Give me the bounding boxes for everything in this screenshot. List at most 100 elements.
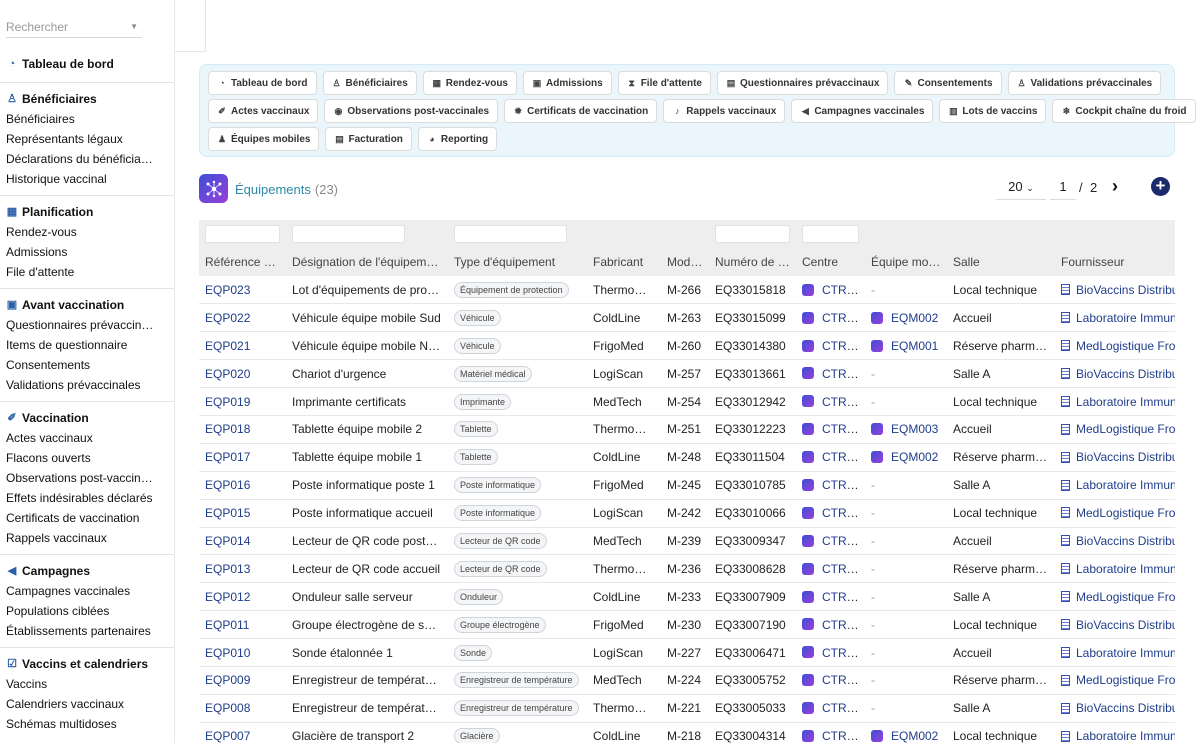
supplier-cell[interactable]: MedLogistique Froid: [1055, 666, 1175, 695]
team-link[interactable]: EQM002: [891, 729, 938, 743]
next-page-icon[interactable]: ›: [1112, 176, 1118, 197]
ref-cell[interactable]: EQP017: [199, 443, 286, 472]
column-header[interactable]: Modèle: [661, 247, 709, 276]
ref-link[interactable]: EQP011: [205, 618, 249, 632]
table-row[interactable]: EQP010 Sonde étalonnée 1 Sonde LogiScan M-22…: [199, 638, 1175, 667]
ref-link[interactable]: EQP007: [205, 729, 250, 743]
supplier-link[interactable]: MedLogistique Froid: [1076, 339, 1175, 353]
team-cell[interactable]: EQM002: [865, 722, 947, 743]
supplier-link[interactable]: BioVaccins Distribut: [1076, 367, 1175, 381]
sidebar-item[interactable]: Bénéficiaires: [0, 109, 170, 129]
table-row[interactable]: EQP017 Tablette équipe mobile 1 Tablette Co…: [199, 443, 1175, 472]
supplier-link[interactable]: BioVaccins Distribut: [1076, 283, 1175, 297]
ref-link[interactable]: EQP014: [205, 534, 250, 548]
centre-cell[interactable]: CTR04: [796, 666, 865, 695]
sidebar-section-header[interactable]: ✐ Vaccination: [0, 408, 174, 428]
column-header[interactable]: Désignation de l'équipement: [286, 247, 448, 276]
column-header[interactable]: Fabricant: [587, 247, 661, 276]
supplier-cell[interactable]: Laboratoire Immuno: [1055, 554, 1175, 584]
ref-cell[interactable]: EQP023: [199, 276, 286, 305]
supplier-cell[interactable]: BioVaccins Distribut: [1055, 443, 1175, 472]
sidebar-item[interactable]: Rappels vaccinaux: [0, 528, 170, 548]
page-size-select[interactable]: 20 ⌄: [996, 176, 1046, 200]
sidebar-item[interactable]: Calendriers vaccinaux: [0, 694, 170, 714]
ref-cell[interactable]: EQP021: [199, 331, 286, 361]
column-header[interactable]: Référence é…: [199, 247, 286, 276]
supplier-cell[interactable]: BioVaccins Distribut: [1055, 276, 1175, 305]
add-record-icon[interactable]: +: [1151, 177, 1170, 196]
ref-link[interactable]: EQP015: [205, 506, 250, 520]
column-header[interactable]: Centre: [796, 247, 865, 276]
team-cell[interactable]: EQM001: [865, 331, 947, 361]
sidebar-section-header[interactable]: ▦ Planification: [0, 202, 174, 222]
centre-cell[interactable]: CTR02: [796, 303, 865, 333]
filter-centre[interactable]: [796, 220, 865, 247]
ref-link[interactable]: EQP023: [205, 283, 250, 297]
quick-nav-button[interactable]: ▣ Admissions: [523, 71, 612, 95]
ref-link[interactable]: EQP010: [205, 646, 250, 660]
search-input[interactable]: [6, 18, 124, 36]
centre-link[interactable]: CTR03: [822, 283, 860, 297]
sidebar-item[interactable]: Items de questionnaire: [0, 335, 170, 355]
centre-link[interactable]: CTR01: [822, 478, 860, 492]
supplier-cell[interactable]: Laboratoire Immuno: [1055, 722, 1175, 743]
quick-nav-button[interactable]: ♙ Bénéficiaires: [322, 71, 417, 95]
column-header[interactable]: Type d'équipement: [448, 247, 587, 276]
centre-link[interactable]: CTR02: [822, 729, 860, 743]
supplier-cell[interactable]: Laboratoire Immuno: [1055, 638, 1175, 667]
supplier-link[interactable]: Laboratoire Immuno: [1076, 478, 1175, 492]
centre-cell[interactable]: CTR04: [796, 527, 865, 556]
team-cell[interactable]: -: [865, 694, 947, 723]
team-cell[interactable]: -: [865, 387, 947, 416]
supplier-link[interactable]: BioVaccins Distribut: [1076, 450, 1175, 464]
sidebar-section-header[interactable]: ▣ Avant vaccination: [0, 295, 174, 315]
ref-cell[interactable]: EQP012: [199, 582, 286, 612]
filter-serial[interactable]: [709, 220, 796, 247]
supplier-cell[interactable]: Laboratoire Immuno: [1055, 471, 1175, 500]
table-row[interactable]: EQP018 Tablette équipe mobile 2 Tablette Th…: [199, 415, 1175, 444]
column-header[interactable]: Fournisseur: [1055, 247, 1175, 276]
team-cell[interactable]: -: [865, 666, 947, 695]
sidebar-item[interactable]: Campagnes vaccinales: [0, 581, 170, 601]
centre-link[interactable]: CTR02: [822, 311, 860, 325]
centre-link[interactable]: CTR03: [822, 422, 860, 436]
ref-link[interactable]: EQP022: [205, 311, 250, 325]
supplier-cell[interactable]: BioVaccins Distribut: [1055, 359, 1175, 389]
supplier-cell[interactable]: BioVaccins Distribut: [1055, 527, 1175, 556]
table-row[interactable]: EQP012 Onduleur salle serveur Onduleur Cold…: [199, 582, 1175, 612]
supplier-link[interactable]: Laboratoire Immuno: [1076, 395, 1175, 409]
sidebar-item-dashboard[interactable]: ◔ Tableau de bord: [0, 54, 174, 74]
supplier-cell[interactable]: Laboratoire Immuno: [1055, 387, 1175, 416]
centre-link[interactable]: CTR01: [822, 339, 860, 353]
centre-cell[interactable]: CTR03: [796, 554, 865, 584]
sidebar-item[interactable]: Consentements: [0, 355, 170, 375]
sidebar-item[interactable]: Validations prévaccinales: [0, 375, 170, 395]
ref-link[interactable]: EQP020: [205, 367, 250, 381]
centre-cell[interactable]: CTR05: [796, 638, 865, 667]
search-field[interactable]: ▼: [6, 18, 142, 38]
sidebar-item[interactable]: Déclarations du bénéficia…: [0, 149, 170, 169]
sidebar-item[interactable]: Questionnaires prévaccin…: [0, 315, 170, 335]
quick-nav-button[interactable]: ❄ Cockpit chaîne du froid: [1052, 99, 1196, 123]
ref-cell[interactable]: EQP022: [199, 303, 286, 333]
ref-cell[interactable]: EQP020: [199, 359, 286, 389]
ref-link[interactable]: EQP019: [205, 395, 250, 409]
sidebar-item[interactable]: Effets indésirables déclarés: [0, 488, 170, 508]
table-row[interactable]: EQP020 Chariot d'urgence Matériel médical L…: [199, 359, 1175, 389]
sidebar-item[interactable]: Établissements partenaires: [0, 621, 170, 641]
centre-cell[interactable]: CTR01: [796, 331, 865, 361]
team-cell[interactable]: -: [865, 610, 947, 640]
supplier-cell[interactable]: BioVaccins Distribut: [1055, 694, 1175, 723]
quick-nav-button[interactable]: ◀ Campagnes vaccinales: [791, 99, 934, 123]
supplier-cell[interactable]: BioVaccins Distribut: [1055, 610, 1175, 640]
team-cell[interactable]: EQM002: [865, 303, 947, 333]
ref-cell[interactable]: EQP013: [199, 554, 286, 584]
table-row[interactable]: EQP015 Poste informatique accueil Poste in…: [199, 499, 1175, 528]
centre-link[interactable]: CTR03: [822, 701, 860, 715]
team-cell[interactable]: -: [865, 638, 947, 667]
centre-cell[interactable]: CTR02: [796, 443, 865, 472]
team-cell[interactable]: -: [865, 582, 947, 612]
team-link[interactable]: EQM002: [891, 311, 938, 325]
ref-link[interactable]: EQP013: [205, 562, 250, 576]
team-cell[interactable]: -: [865, 276, 947, 305]
